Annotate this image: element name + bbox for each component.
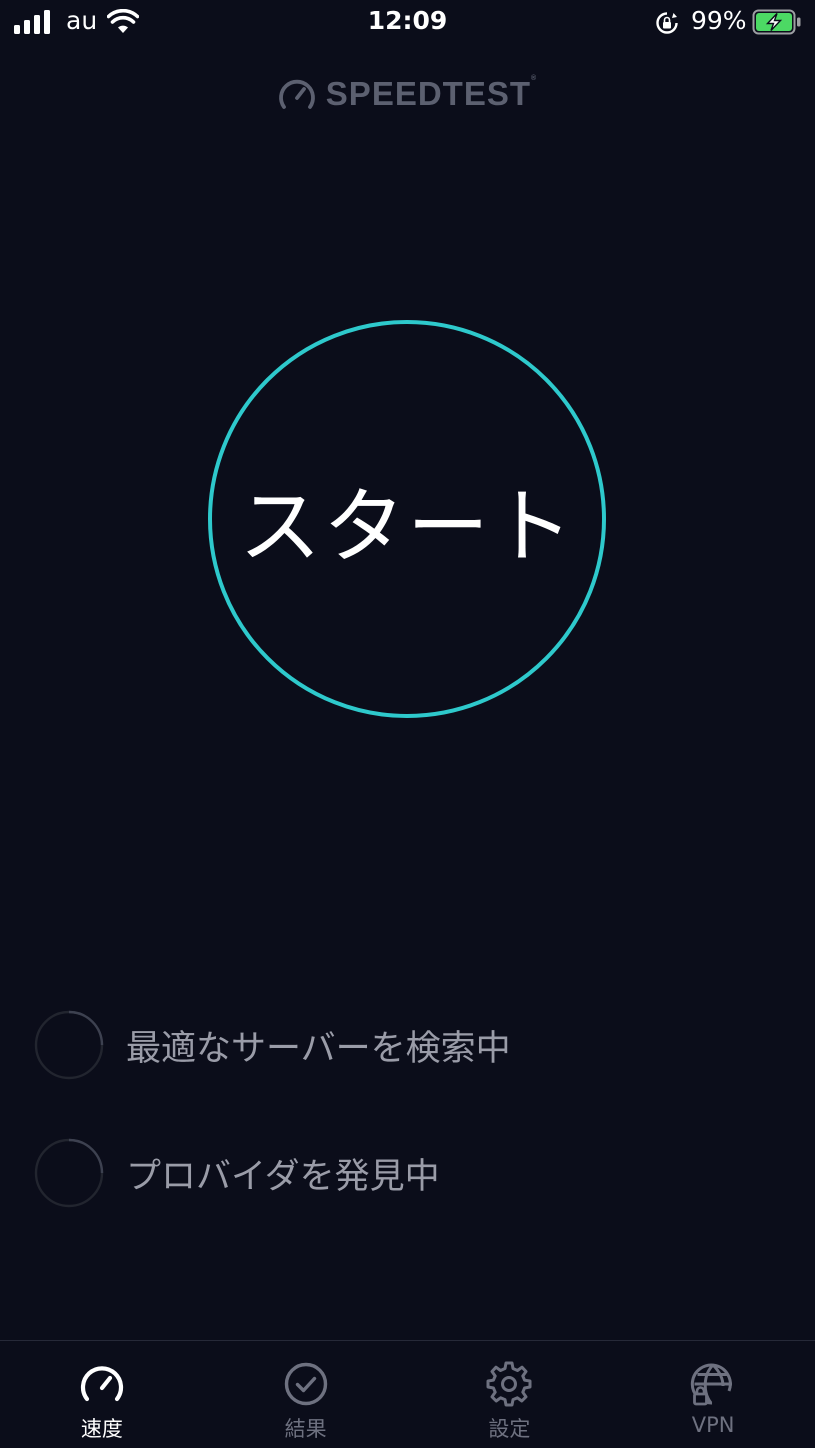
tab-speed[interactable]: 速度 — [0, 1341, 204, 1448]
checkmark-circle-icon — [284, 1362, 327, 1406]
speedtest-screen: au 12:09 99% SPEEDTEST® スタート 最適なサーバーを検索中… — [0, 0, 815, 1448]
gear-icon — [486, 1361, 532, 1407]
speedometer-icon — [278, 79, 315, 109]
battery-charging-icon — [752, 9, 801, 35]
tab-results[interactable]: 結果 — [204, 1341, 408, 1448]
status-bar: au 12:09 99% — [0, 0, 815, 46]
start-button[interactable]: スタート — [208, 320, 606, 718]
provider-search-status: プロバイダを発見中 — [34, 1138, 794, 1208]
rotation-lock-icon — [656, 12, 678, 34]
start-label: スタート — [238, 479, 575, 575]
status-text: プロバイダを発見中 — [126, 1156, 440, 1197]
server-search-status: 最適なサーバーを検索中 — [34, 1010, 794, 1080]
spinner-icon — [34, 1138, 104, 1208]
globe-lock-icon — [691, 1363, 733, 1406]
tab-label: 結果 — [284, 1417, 327, 1441]
logo-text: SPEEDTEST® — [325, 75, 538, 112]
tab-bar: 速度 結果 設定 VPN — [0, 1340, 815, 1448]
battery-percentage: 99% — [691, 6, 747, 35]
status-text: 最適なサーバーを検索中 — [126, 1028, 511, 1069]
spinner-icon — [34, 1010, 104, 1080]
tab-vpn[interactable]: VPN — [611, 1341, 815, 1448]
speedtest-logo: SPEEDTEST® — [0, 72, 815, 116]
tab-label: 設定 — [488, 1417, 531, 1441]
tab-label: VPN — [691, 1413, 735, 1437]
tab-label: 速度 — [80, 1417, 123, 1441]
speedometer-icon — [80, 1366, 123, 1402]
tab-settings[interactable]: 設定 — [408, 1341, 612, 1448]
